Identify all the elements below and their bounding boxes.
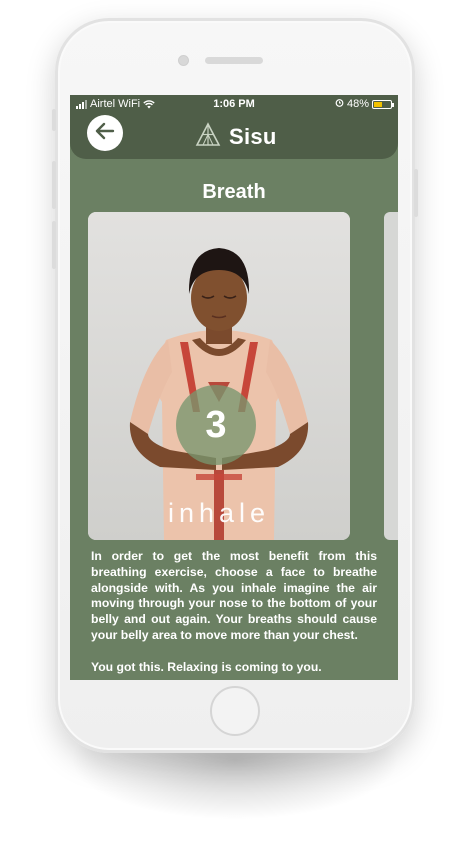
mute-switch bbox=[52, 109, 56, 131]
page-title: Breath bbox=[202, 181, 266, 203]
instructions-paragraph: In order to get the most benefit from th… bbox=[91, 549, 377, 642]
app-header: Sisu bbox=[70, 113, 398, 159]
arrow-left-icon bbox=[94, 120, 116, 147]
battery-level bbox=[374, 101, 382, 107]
alarm-icon bbox=[335, 98, 344, 110]
earpiece-speaker bbox=[205, 57, 263, 64]
power-button bbox=[414, 169, 418, 217]
app-screen: Airtel WiFi 1:06 PM 48% Sisu Breath 3 in… bbox=[70, 95, 398, 680]
home-button[interactable] bbox=[210, 686, 260, 736]
front-camera bbox=[178, 55, 189, 66]
back-button[interactable] bbox=[87, 115, 123, 151]
volume-down-button bbox=[52, 221, 56, 269]
breath-count: 3 bbox=[205, 403, 227, 446]
status-bar: Airtel WiFi 1:06 PM 48% bbox=[70, 95, 398, 113]
woman-photo bbox=[88, 212, 350, 540]
breath-phase-label: inhale bbox=[167, 498, 271, 528]
battery-icon bbox=[372, 99, 394, 109]
status-right: 48% bbox=[335, 98, 394, 110]
triangle-logo-icon bbox=[195, 121, 221, 152]
breathing-face-card[interactable] bbox=[88, 212, 350, 540]
instructions-paragraph: You got this. Relaxing is coming to you. bbox=[91, 659, 322, 674]
breath-counter-circle: 3 bbox=[176, 385, 256, 465]
brand: Sisu bbox=[195, 121, 277, 152]
instructions-text: In order to get the most benefit from th… bbox=[91, 549, 377, 680]
battery-percent: 48% bbox=[346, 98, 369, 110]
next-card-peek[interactable] bbox=[384, 212, 398, 540]
volume-up-button bbox=[52, 161, 56, 209]
app-name: Sisu bbox=[229, 123, 277, 149]
